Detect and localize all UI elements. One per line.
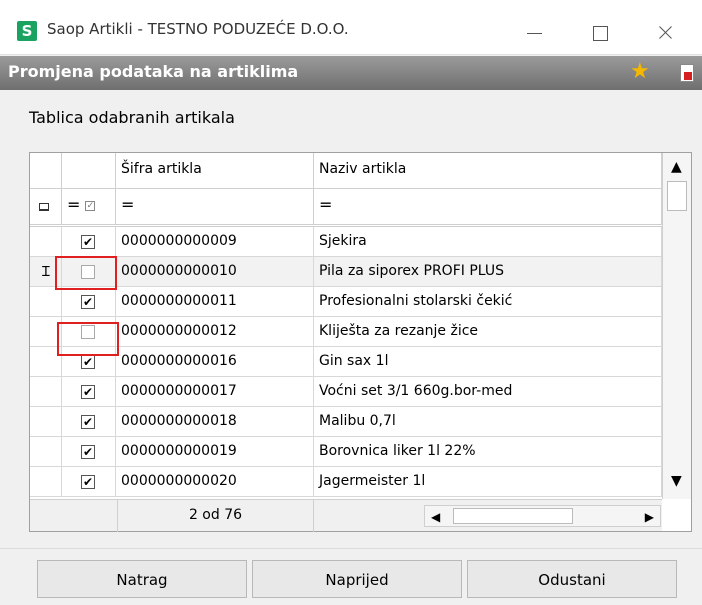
filter-name[interactable]: = bbox=[315, 189, 662, 224]
row-name[interactable]: Borovnica liker 1l 22% bbox=[315, 437, 662, 466]
maximize-button[interactable] bbox=[580, 12, 620, 48]
row-code[interactable]: 0000000000012 bbox=[117, 317, 314, 346]
row-indicator bbox=[30, 287, 62, 316]
filter-funnel-icon bbox=[39, 203, 49, 211]
row-indicator bbox=[30, 467, 62, 496]
horizontal-scroll-thumb[interactable] bbox=[453, 508, 573, 524]
row-code[interactable]: 0000000000010 bbox=[117, 257, 314, 286]
row-select-cell[interactable] bbox=[63, 317, 116, 346]
table-row[interactable]: ✔ 0000000000018 Malibu 0,7l bbox=[30, 407, 662, 437]
filter-row: = ✓ = = bbox=[30, 189, 662, 227]
row-checkbox[interactable]: ✔ bbox=[81, 235, 95, 249]
horizontal-scrollbar[interactable]: ◀ ▶ bbox=[424, 505, 661, 527]
row-select-cell[interactable]: ✔ bbox=[63, 347, 116, 376]
row-checkbox[interactable] bbox=[81, 265, 95, 279]
back-button[interactable]: Natrag bbox=[37, 560, 247, 598]
table-row[interactable]: ✔ 0000000000017 Voćni set 3/1 660g.bor-med bbox=[30, 377, 662, 407]
filter-indicator bbox=[30, 189, 62, 224]
table-row[interactable]: ✔ 0000000000011 Profesionalni stolarski če… bbox=[30, 287, 662, 317]
row-select-cell[interactable]: ✔ bbox=[63, 407, 116, 436]
row-name[interactable]: Voćni set 3/1 660g.bor-med bbox=[315, 377, 662, 406]
table-row[interactable]: ✔ 0000000000009 Sjekira bbox=[30, 227, 662, 257]
row-name[interactable]: Pila za siporex PROFI PLUS bbox=[315, 257, 662, 286]
row-select-cell[interactable]: ✔ bbox=[63, 437, 116, 466]
cancel-button[interactable]: Odustani bbox=[467, 560, 677, 598]
row-name[interactable]: Jagermeister 1l bbox=[315, 467, 662, 496]
table-body: ✔ 0000000000009 Sjekira Ɪ 0000000000010 Pila … bbox=[30, 227, 662, 499]
row-name[interactable]: Malibu 0,7l bbox=[315, 407, 662, 436]
row-code[interactable]: 0000000000018 bbox=[117, 407, 314, 436]
row-indicator bbox=[30, 377, 62, 406]
row-select-cell[interactable]: ✔ bbox=[63, 467, 116, 496]
filter-checkbox-icon: ✓ bbox=[85, 201, 96, 211]
row-code[interactable]: 0000000000011 bbox=[117, 287, 314, 316]
table-row[interactable]: 0000000000012 Kliješta za rezanje žice bbox=[30, 317, 662, 347]
table-footer: 2 od 76 ◀ ▶ bbox=[30, 499, 662, 532]
close-document-icon[interactable] bbox=[680, 64, 694, 82]
row-code[interactable]: 0000000000020 bbox=[117, 467, 314, 496]
table-row[interactable]: ✔ 0000000000019 Borovnica liker 1l 22% bbox=[30, 437, 662, 467]
select-column-header[interactable] bbox=[63, 153, 116, 189]
row-checkbox[interactable]: ✔ bbox=[81, 415, 95, 429]
row-name[interactable]: Kliješta za rezanje žice bbox=[315, 317, 662, 346]
app-logo-icon: S bbox=[17, 21, 37, 41]
favorite-star-icon[interactable]: ★ bbox=[630, 60, 650, 84]
row-code[interactable]: 0000000000009 bbox=[117, 227, 314, 256]
row-name[interactable]: Profesionalni stolarski čekić bbox=[315, 287, 662, 316]
dialog-header: Promjena podataka na artiklima ★ bbox=[0, 56, 702, 90]
scroll-up-arrow-icon[interactable]: ▲ bbox=[671, 159, 682, 175]
row-name[interactable]: Gin sax 1l bbox=[315, 347, 662, 376]
row-indicator bbox=[30, 347, 62, 376]
row-indicator bbox=[30, 317, 62, 346]
row-select-cell[interactable] bbox=[63, 257, 116, 286]
row-checkbox[interactable] bbox=[81, 325, 95, 339]
row-checkbox[interactable]: ✔ bbox=[81, 295, 95, 309]
vertical-scrollbar[interactable]: ▲ ▼ bbox=[662, 153, 691, 499]
close-button[interactable] bbox=[645, 12, 685, 48]
row-name[interactable]: Sjekira bbox=[315, 227, 662, 256]
section-label: Tablica odabranih artikala bbox=[29, 108, 235, 127]
row-checkbox[interactable]: ✔ bbox=[81, 445, 95, 459]
vertical-scroll-thumb[interactable] bbox=[667, 181, 687, 211]
row-select-cell[interactable]: ✔ bbox=[63, 287, 116, 316]
table-row[interactable]: ✔ 0000000000016 Gin sax 1l bbox=[30, 347, 662, 377]
filter-operator: = bbox=[121, 195, 135, 214]
row-indicator bbox=[30, 437, 62, 466]
dialog-title: Promjena podataka na artiklima bbox=[8, 62, 299, 81]
row-checkbox[interactable]: ✔ bbox=[81, 475, 95, 489]
row-code[interactable]: 0000000000017 bbox=[117, 377, 314, 406]
divider bbox=[0, 548, 702, 549]
row-select-cell[interactable]: ✔ bbox=[63, 377, 116, 406]
title-bar: S Saop Artikli - TESTNO PODUZEĆE D.O.O. bbox=[0, 0, 702, 55]
window-title: Saop Artikli - TESTNO PODUZEĆE D.O.O. bbox=[47, 20, 349, 38]
current-row-cursor-icon: Ɪ bbox=[42, 264, 50, 280]
table-header-row: Šifra artikla Naziv artikla bbox=[30, 153, 662, 189]
filter-operator: = bbox=[67, 195, 81, 214]
row-code[interactable]: 0000000000019 bbox=[117, 437, 314, 466]
column-header-code[interactable]: Šifra artikla bbox=[117, 153, 314, 189]
filter-operator: = bbox=[319, 195, 333, 214]
record-counter: 2 od 76 bbox=[117, 500, 314, 532]
row-select-cell[interactable]: ✔ bbox=[63, 227, 116, 256]
row-code[interactable]: 0000000000016 bbox=[117, 347, 314, 376]
articles-table: Šifra artikla Naziv artikla = ✓ = = ✔ 0000… bbox=[29, 152, 692, 532]
row-indicator bbox=[30, 227, 62, 256]
row-indicator: Ɪ bbox=[30, 257, 62, 286]
table-row[interactable]: ✔ 0000000000020 Jagermeister 1l bbox=[30, 467, 662, 497]
minimize-button[interactable] bbox=[515, 12, 555, 48]
scroll-down-arrow-icon[interactable]: ▼ bbox=[671, 473, 682, 489]
scroll-right-arrow-icon[interactable]: ▶ bbox=[645, 510, 654, 524]
next-button[interactable]: Naprijed bbox=[252, 560, 462, 598]
filter-select[interactable]: = ✓ bbox=[63, 189, 116, 224]
filter-code[interactable]: = bbox=[117, 189, 314, 224]
indicator-column-header bbox=[30, 153, 62, 189]
row-indicator bbox=[30, 407, 62, 436]
row-checkbox[interactable]: ✔ bbox=[81, 355, 95, 369]
row-checkbox[interactable]: ✔ bbox=[81, 385, 95, 399]
column-header-name[interactable]: Naziv artikla bbox=[315, 153, 662, 189]
scroll-left-arrow-icon[interactable]: ◀ bbox=[431, 510, 440, 524]
table-row[interactable]: Ɪ 0000000000010 Pila za siporex PROFI PLUS bbox=[30, 257, 662, 287]
